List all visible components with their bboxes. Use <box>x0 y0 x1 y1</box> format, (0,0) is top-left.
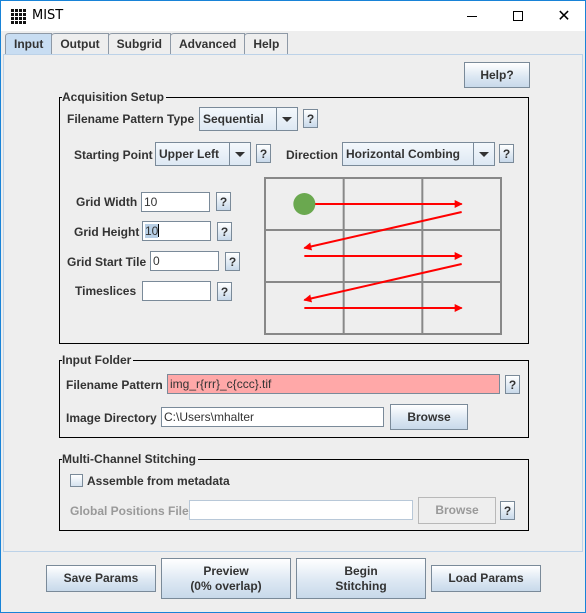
timeslices-label: Timeslices <box>75 284 137 298</box>
image-directory-label: Image Directory <box>66 411 157 425</box>
timeslices-input[interactable] <box>142 281 211 301</box>
begin-stitching-button[interactable]: Begin Stitching <box>296 558 426 599</box>
start-point-marker <box>293 193 316 215</box>
begin-label-line2: Stitching <box>335 578 387 593</box>
direction-help-button[interactable]: ? <box>499 144 514 163</box>
grid-start-tile-input[interactable]: 0 <box>150 251 219 271</box>
grid-height-help-button[interactable]: ? <box>217 222 232 241</box>
starting-point-label: Starting Point <box>74 148 153 162</box>
multi-channel-title: Multi-Channel Stitching <box>62 452 198 466</box>
tab-bar: Input Output Subgrid Advanced Help <box>5 33 289 55</box>
starting-point-help-button[interactable]: ? <box>256 144 271 163</box>
starting-point-select[interactable]: Upper Left <box>155 142 251 166</box>
help-button[interactable]: Help? <box>464 62 530 88</box>
tab-input[interactable]: Input <box>5 33 53 55</box>
assemble-from-metadata-checkbox[interactable] <box>70 474 83 487</box>
grid-start-tile-help-button[interactable]: ? <box>225 252 240 271</box>
grid-height-value: 10 <box>145 224 159 238</box>
grid-width-help-button[interactable]: ? <box>216 192 231 211</box>
direction-select[interactable]: Horizontal Combing <box>342 142 495 166</box>
global-positions-file-input[interactable] <box>189 500 413 520</box>
window-title: MIST <box>32 8 64 23</box>
preview-label-line2: (0% overlap) <box>190 578 262 593</box>
minimize-button[interactable] <box>449 1 495 31</box>
close-button[interactable]: ✕ <box>541 1 586 31</box>
input-folder-title: Input Folder <box>62 353 134 367</box>
timeslices-help-button[interactable]: ? <box>217 282 232 301</box>
diagram-arrows <box>303 200 463 312</box>
global-positions-browse-button[interactable]: Browse <box>418 497 496 524</box>
image-directory-input[interactable]: C:\Users\mhalter <box>161 407 384 427</box>
direction-label: Direction <box>286 148 339 162</box>
grid-start-tile-label: Grid Start Tile <box>67 255 147 269</box>
filename-pattern-type-select[interactable]: Sequential <box>199 107 298 131</box>
tab-subgrid[interactable]: Subgrid <box>107 33 171 54</box>
filename-pattern-type-help-button[interactable]: ? <box>303 109 318 128</box>
grid-height-label: Grid Height <box>74 225 140 239</box>
direction-value: Horizontal Combing <box>343 143 474 165</box>
grid-width-label: Grid Width <box>76 195 138 209</box>
preview-button[interactable]: Preview (0% overlap) <box>161 558 291 599</box>
maximize-button[interactable] <box>495 1 541 31</box>
filename-pattern-help-button[interactable]: ? <box>505 375 520 394</box>
load-params-button[interactable]: Load Params <box>431 565 541 592</box>
filename-pattern-type-value: Sequential <box>200 108 277 130</box>
chevron-down-icon <box>474 143 494 165</box>
filename-pattern-input[interactable]: img_r{rrr}_c{ccc}.tif <box>167 374 500 394</box>
image-directory-browse-button[interactable]: Browse <box>390 404 468 430</box>
chevron-down-icon <box>230 143 250 165</box>
starting-point-value: Upper Left <box>156 143 230 165</box>
chevron-down-icon <box>277 108 297 130</box>
minimize-icon <box>467 15 477 17</box>
maximize-icon <box>513 11 523 21</box>
title-bar: MIST ✕ <box>1 1 585 31</box>
global-positions-help-button[interactable]: ? <box>500 501 515 520</box>
tab-advanced[interactable]: Advanced <box>169 33 246 54</box>
grid-height-input[interactable]: 10 <box>142 221 211 241</box>
preview-label-line1: Preview <box>203 563 249 578</box>
begin-label-line1: Begin <box>344 563 378 578</box>
text-caret <box>158 224 160 237</box>
acquisition-setup-title: Acquisition Setup <box>62 90 166 104</box>
grid-app-icon <box>11 9 26 24</box>
close-icon: ✕ <box>557 6 571 25</box>
save-params-button[interactable]: Save Params <box>46 565 156 592</box>
assemble-from-metadata-label[interactable]: Assemble from metadata <box>87 474 230 488</box>
direction-diagram <box>264 177 502 335</box>
filename-pattern-label: Filename Pattern <box>66 378 163 392</box>
mist-window: MIST ✕ Input Output Subgrid Advanced Hel… <box>0 0 586 613</box>
grid-width-input[interactable]: 10 <box>141 192 210 212</box>
filename-pattern-type-label: Filename Pattern Type <box>67 112 195 126</box>
tab-help[interactable]: Help <box>244 33 289 54</box>
global-positions-file-label: Global Positions File <box>70 504 189 518</box>
tab-output[interactable]: Output <box>51 33 109 54</box>
